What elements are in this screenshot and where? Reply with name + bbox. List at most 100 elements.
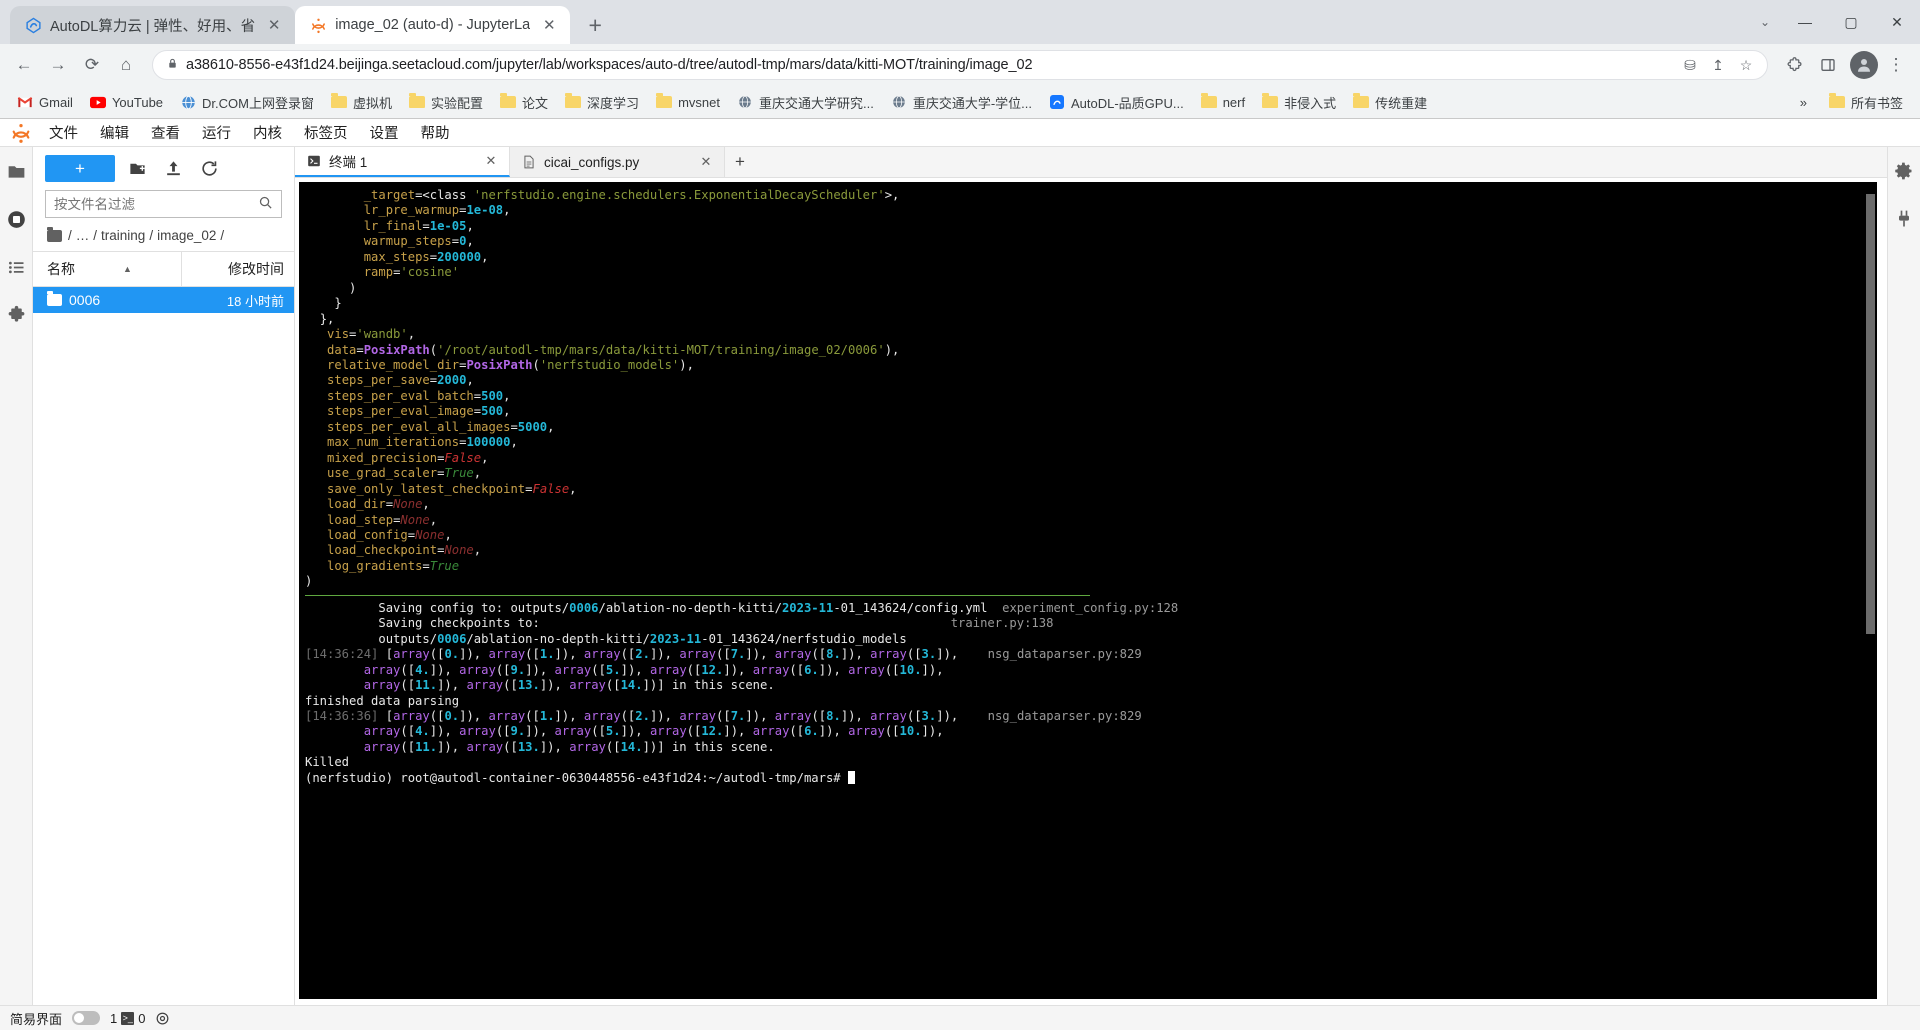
browser-toolbar: ← → ⟳ ⌂ a38610-8556-e43f1d24.beijinga.se… [0, 44, 1920, 86]
address-bar[interactable]: a38610-8556-e43f1d24.beijinga.seetacloud… [152, 50, 1768, 80]
stop-circle-icon[interactable] [2, 205, 30, 233]
new-folder-icon[interactable] [123, 156, 151, 182]
tab-search-chevron-icon[interactable]: ⌄ [1748, 0, 1782, 44]
bookmark-folder-traditional[interactable]: 传统重建 [1346, 90, 1434, 115]
share-icon[interactable]: ↥ [1705, 52, 1731, 78]
bookmark-folder-mvsnet[interactable]: mvsnet [649, 91, 727, 113]
file-filter-input[interactable] [54, 196, 252, 212]
menu-view[interactable]: 查看 [140, 118, 191, 147]
browser-tab-title: AutoDL算力云 | 弹性、好用、省 [50, 18, 256, 35]
column-header-modified[interactable]: 修改时间 [182, 252, 294, 286]
menu-settings[interactable]: 设置 [359, 118, 410, 147]
bookmark-label: nerf [1222, 94, 1246, 110]
terminal-line: warmup_steps=0, [363, 234, 474, 249]
file-name-label: 0006 [69, 292, 101, 308]
gear-icon[interactable] [1890, 157, 1918, 185]
side-panel-icon[interactable] [1812, 49, 1844, 81]
bookmarks-overflow-area: » 所有书签 [1793, 90, 1910, 115]
breadcrumb-training[interactable]: training [101, 228, 145, 243]
close-icon[interactable]: ✕ [263, 14, 285, 36]
terminal-line: steps_per_save=2000, [327, 373, 474, 388]
window-minimize-button[interactable]: — [1782, 0, 1828, 44]
bookmark-label: YouTube [111, 94, 164, 110]
breadcrumb-image02[interactable]: image_02 [157, 228, 216, 243]
bookmark-drcom[interactable]: Dr.COM上网登录窗 [173, 90, 321, 115]
file-list-item-0006[interactable]: 0006 18 小时前 [33, 287, 294, 313]
close-icon[interactable]: ✕ [698, 154, 714, 170]
file-filter-field[interactable] [45, 190, 282, 218]
terminal-line: Killed [305, 755, 350, 770]
new-launcher-button[interactable]: + [45, 155, 115, 182]
file-code-icon [522, 155, 536, 169]
terminal-line: use_grad_scaler=True, [327, 466, 482, 481]
bookmark-youtube[interactable]: YouTube [83, 91, 170, 113]
close-icon[interactable]: ✕ [538, 14, 560, 36]
breadcrumb[interactable]: / … / training / image_02 / [33, 224, 294, 251]
browser-tab-autodl[interactable]: AutoDL算力云 | 弹性、好用、省 ✕ [10, 6, 296, 44]
terminal-line: array([4.]), array([9.]), array([5.]), a… [363, 662, 944, 677]
tab-terminal-1[interactable]: 终端 1 ✕ [295, 147, 510, 177]
bookmark-gmail[interactable]: Gmail [10, 91, 80, 113]
list-icon[interactable] [2, 253, 30, 281]
menu-file[interactable]: 文件 [38, 118, 89, 147]
bookmark-label: 非侵入式 [1284, 95, 1337, 111]
refresh-icon[interactable] [195, 156, 223, 182]
new-tab-button[interactable]: + [578, 8, 612, 42]
browser-tab-jupyterlab[interactable]: image_02 (auto-d) - JupyterLa ✕ [295, 6, 571, 44]
bookmark-cqjtu-research[interactable]: 重庆交通大学研究... [730, 90, 881, 115]
bookmark-folder-noninvasive[interactable]: 非侵入式 [1255, 90, 1343, 115]
add-tab-button[interactable]: + [725, 147, 755, 177]
globe-icon [891, 94, 907, 110]
menu-edit[interactable]: 编辑 [89, 118, 140, 147]
puzzle-icon[interactable] [2, 301, 30, 329]
jupyterlab-menubar: 文件 编辑 查看 运行 内核 标签页 设置 帮助 [0, 119, 1920, 147]
browser-tab-title: image_02 (auto-d) - JupyterLa [335, 17, 531, 33]
bookmark-star-icon[interactable]: ☆ [1733, 52, 1759, 78]
search-icon [258, 195, 273, 213]
plug-icon[interactable] [1890, 205, 1918, 233]
bookmark-folder-paper[interactable]: 论文 [493, 90, 555, 115]
bookmark-folder-dl[interactable]: 深度学习 [558, 90, 646, 115]
back-icon[interactable]: ← [8, 49, 40, 81]
upload-icon[interactable] [159, 156, 187, 182]
column-header-name[interactable]: 名称 ▲ [33, 252, 182, 286]
folder-icon[interactable] [2, 157, 30, 185]
bookmark-cqjtu-degree[interactable]: 重庆交通大学-学位... [884, 90, 1039, 115]
menu-run[interactable]: 运行 [191, 118, 242, 147]
terminal-line: steps_per_eval_image=500, [327, 404, 511, 419]
reload-icon[interactable]: ⟳ [76, 49, 108, 81]
omnibox-actions: ⛁ ↥ ☆ [1677, 52, 1759, 78]
terminal-output[interactable]: _target=<class 'nerfstudio.engine.schedu… [299, 182, 1863, 999]
forward-icon[interactable]: → [42, 49, 74, 81]
bookmark-folder-nerf[interactable]: nerf [1194, 91, 1252, 113]
translate-icon[interactable]: ⛁ [1677, 52, 1703, 78]
menu-help[interactable]: 帮助 [410, 118, 461, 147]
window-close-button[interactable]: ✕ [1874, 0, 1920, 44]
chrome-menu-icon[interactable]: ⋮ [1880, 49, 1912, 81]
terminal-scroll-thumb[interactable] [1866, 194, 1875, 634]
settings-status-icon[interactable] [155, 1011, 170, 1026]
avatar[interactable] [1850, 51, 1878, 79]
all-bookmarks-button[interactable]: 所有书签 [1822, 90, 1910, 115]
lock-icon [167, 57, 178, 73]
bookmark-folder-vm[interactable]: 虚拟机 [324, 90, 399, 115]
breadcrumb-root[interactable]: / [68, 228, 72, 243]
window-maximize-button[interactable]: ▢ [1828, 0, 1874, 44]
bookmark-label: 深度学习 [587, 95, 640, 111]
bookmark-autodl[interactable]: AutoDL-品质GPU... [1042, 90, 1191, 115]
home-icon[interactable]: ⌂ [110, 49, 142, 81]
terminal-prompt-line[interactable]: (nerfstudio) root@autodl-container-06304… [305, 770, 1863, 786]
breadcrumb-sep: / [149, 228, 154, 243]
close-icon[interactable]: ✕ [483, 153, 499, 169]
breadcrumb-ellipsis[interactable]: … [76, 228, 90, 243]
terminal-scrollbar[interactable] [1863, 182, 1877, 999]
menu-tabs[interactable]: 标签页 [293, 118, 359, 147]
bookmarks-overflow-button[interactable]: » [1793, 92, 1814, 113]
menu-kernel[interactable]: 内核 [242, 118, 293, 147]
bookmark-label: 重庆交通大学研究... [758, 95, 874, 111]
extensions-icon[interactable] [1778, 49, 1810, 81]
terminal-count-status[interactable]: 1 >_ 0 [110, 1011, 145, 1026]
bookmark-folder-config[interactable]: 实验配置 [402, 90, 490, 115]
simple-mode-toggle[interactable] [72, 1011, 101, 1025]
tab-cicai-configs[interactable]: cicai_configs.py ✕ [510, 147, 725, 177]
